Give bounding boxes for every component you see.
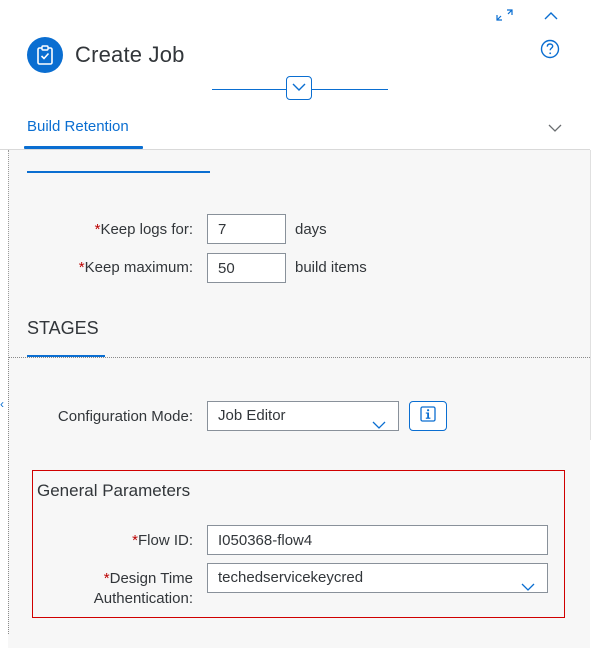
header-divider-left — [212, 89, 286, 90]
page-title: Create Job — [75, 42, 185, 67]
keep-logs-unit: days — [295, 221, 327, 238]
design-auth-value: techedservicekeycred — [218, 569, 364, 586]
stages-heading: STAGES — [27, 318, 99, 338]
general-parameters-title: General Parameters — [37, 481, 191, 500]
chevron-down-icon — [292, 79, 306, 97]
config-mode-label: Configuration Mode: — [57, 408, 193, 425]
section-underline — [27, 171, 210, 173]
keep-logs-label-text: Keep logs for: — [100, 221, 193, 238]
keep-logs-input[interactable] — [207, 214, 286, 244]
scrollbar-track[interactable] — [590, 150, 591, 440]
chevron-up-icon[interactable] — [544, 9, 558, 22]
tab-build-retention[interactable]: Build Retention — [27, 118, 129, 135]
keep-max-input[interactable] — [207, 253, 286, 283]
design-auth-label: *Design Time Authentication: — [40, 569, 193, 609]
keep-max-label-text: Keep maximum: — [84, 259, 193, 276]
clipboard-check-icon — [27, 37, 63, 73]
keep-max-label: *Keep maximum: — [30, 259, 193, 276]
flow-id-label: *Flow ID: — [60, 532, 193, 549]
question-circle-icon[interactable] — [540, 39, 560, 59]
config-mode-select[interactable]: Job Editor — [207, 401, 399, 431]
design-auth-select[interactable]: techedservicekeycred — [207, 563, 548, 593]
config-mode-info-button[interactable] — [409, 401, 447, 431]
exit-fullscreen-icon[interactable] — [496, 9, 514, 23]
keep-max-unit: build items — [295, 259, 367, 276]
design-auth-label-line1: Design Time — [109, 570, 193, 587]
toggle-header-button[interactable] — [286, 76, 312, 100]
keep-logs-label: *Keep logs for: — [40, 221, 193, 238]
chevron-down-icon[interactable] — [548, 120, 562, 132]
chevron-down-icon — [372, 412, 386, 429]
design-auth-label-line2: Authentication: — [93, 590, 193, 607]
config-mode-value: Job Editor — [218, 407, 286, 424]
flow-id-label-text: Flow ID: — [137, 532, 193, 549]
header-divider-right — [312, 89, 388, 90]
chevron-down-icon — [521, 574, 535, 591]
flow-id-input[interactable] — [207, 525, 548, 555]
info-icon — [420, 405, 436, 427]
splitter-handle[interactable]: ‹ — [0, 397, 4, 411]
